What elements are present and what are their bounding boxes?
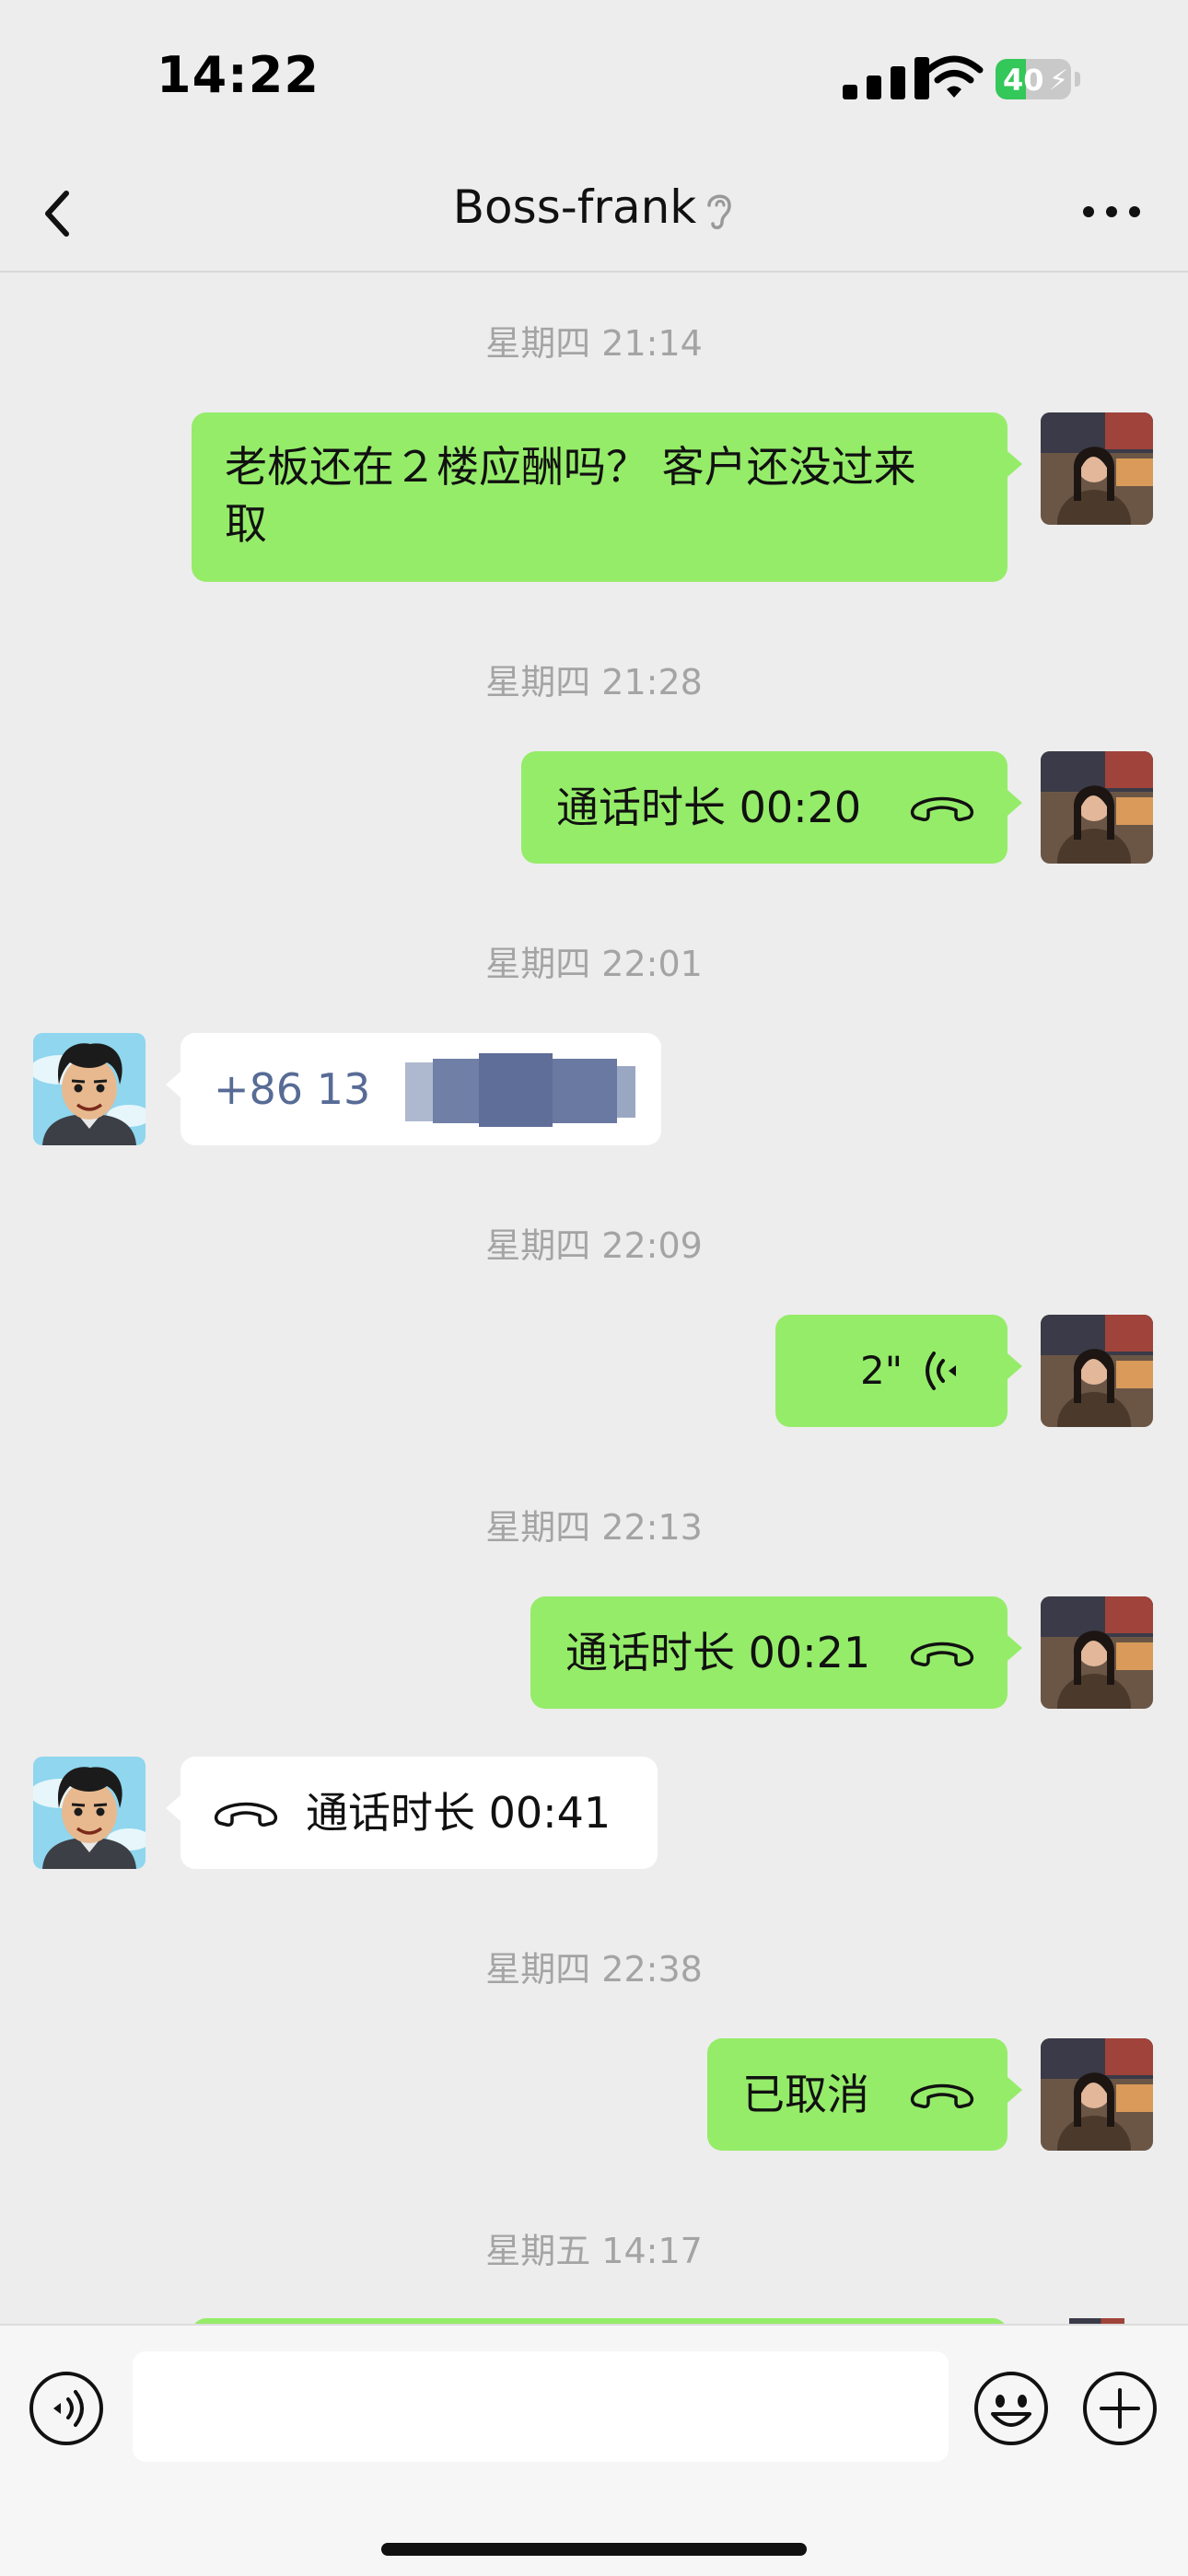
call-cancelled-text: 已取消 xyxy=(742,2070,869,2119)
self-avatar[interactable] xyxy=(1041,2038,1153,2151)
contact-name: Boss-frank xyxy=(452,180,697,234)
voice-input-icon[interactable] xyxy=(28,2370,105,2447)
contact-avatar[interactable] xyxy=(33,1757,146,1869)
phone-number-link[interactable]: +86 13 xyxy=(214,1061,370,1118)
phone-hangup-icon xyxy=(908,792,976,825)
timestamp: 星期四 22:09 xyxy=(485,1225,703,1266)
call-record-bubble[interactable]: 通话时长 00:20 xyxy=(521,751,1022,864)
message-text: 老板还在２楼应酬吗？ 客户还没过来 取 xyxy=(225,442,916,549)
self-avatar[interactable] xyxy=(1041,1596,1153,1709)
voice-message-bubble[interactable]: 2" xyxy=(775,1315,1022,1427)
phone-hangup-icon xyxy=(212,1797,280,1830)
self-avatar[interactable] xyxy=(1041,1315,1153,1427)
timestamp: 星期五 14:17 xyxy=(485,2231,703,2271)
call-record-bubble[interactable]: 通话时长 00:41 xyxy=(166,1757,658,1869)
wifi-icon xyxy=(925,55,984,98)
earpiece-mode-icon xyxy=(707,194,731,229)
timestamp: 星期四 21:14 xyxy=(485,323,703,364)
timestamp: 星期四 22:01 xyxy=(485,944,703,984)
call-duration-text: 通话时长 00:41 xyxy=(306,1788,611,1838)
timestamp: 星期四 21:28 xyxy=(485,662,703,702)
phone-hangup-icon xyxy=(908,1637,976,1670)
status-time: 14:22 xyxy=(157,46,320,104)
timestamp: 星期四 22:38 xyxy=(485,1949,703,1990)
input-toolbar xyxy=(0,2324,1188,2576)
cellular-signal-icon xyxy=(843,57,929,99)
blurred-redaction xyxy=(392,1046,641,1132)
emoji-icon[interactable] xyxy=(973,2370,1050,2447)
call-duration-text: 通话时长 00:20 xyxy=(556,783,862,832)
add-attachment-icon[interactable] xyxy=(1081,2370,1159,2447)
battery-percent: 40 xyxy=(1003,63,1044,98)
contact-avatar[interactable] xyxy=(33,1033,146,1145)
more-options-icon[interactable] xyxy=(1077,184,1146,239)
call-duration-text: 通话时长 00:21 xyxy=(565,1628,871,1677)
message-input[interactable] xyxy=(133,2351,949,2462)
phone-hangup-icon xyxy=(908,2079,976,2112)
battery-icon: 40 ⚡ xyxy=(996,59,1084,99)
chat-title: Boss-frank xyxy=(0,180,1188,234)
self-avatar[interactable] xyxy=(1041,751,1153,864)
call-record-bubble[interactable]: 已取消 xyxy=(707,2038,1022,2151)
voice-duration: 2" xyxy=(860,1348,903,1393)
voice-wave-icon xyxy=(926,1352,956,1390)
home-indicator xyxy=(381,2543,807,2556)
chat-header: Boss-frank xyxy=(0,157,1188,273)
self-avatar[interactable] xyxy=(1041,412,1153,525)
charging-bolt-icon: ⚡ xyxy=(1049,64,1069,97)
phone-number-bubble[interactable]: +86 13 xyxy=(166,1033,661,1145)
timestamp: 星期四 22:13 xyxy=(485,1507,703,1548)
message-bubble[interactable]: 老板还在２楼应酬吗？ 客户还没过来 取 xyxy=(192,412,1022,582)
status-bar: 14:22 40 ⚡ xyxy=(0,0,1188,157)
call-record-bubble[interactable]: 通话时长 00:21 xyxy=(530,1596,1022,1709)
